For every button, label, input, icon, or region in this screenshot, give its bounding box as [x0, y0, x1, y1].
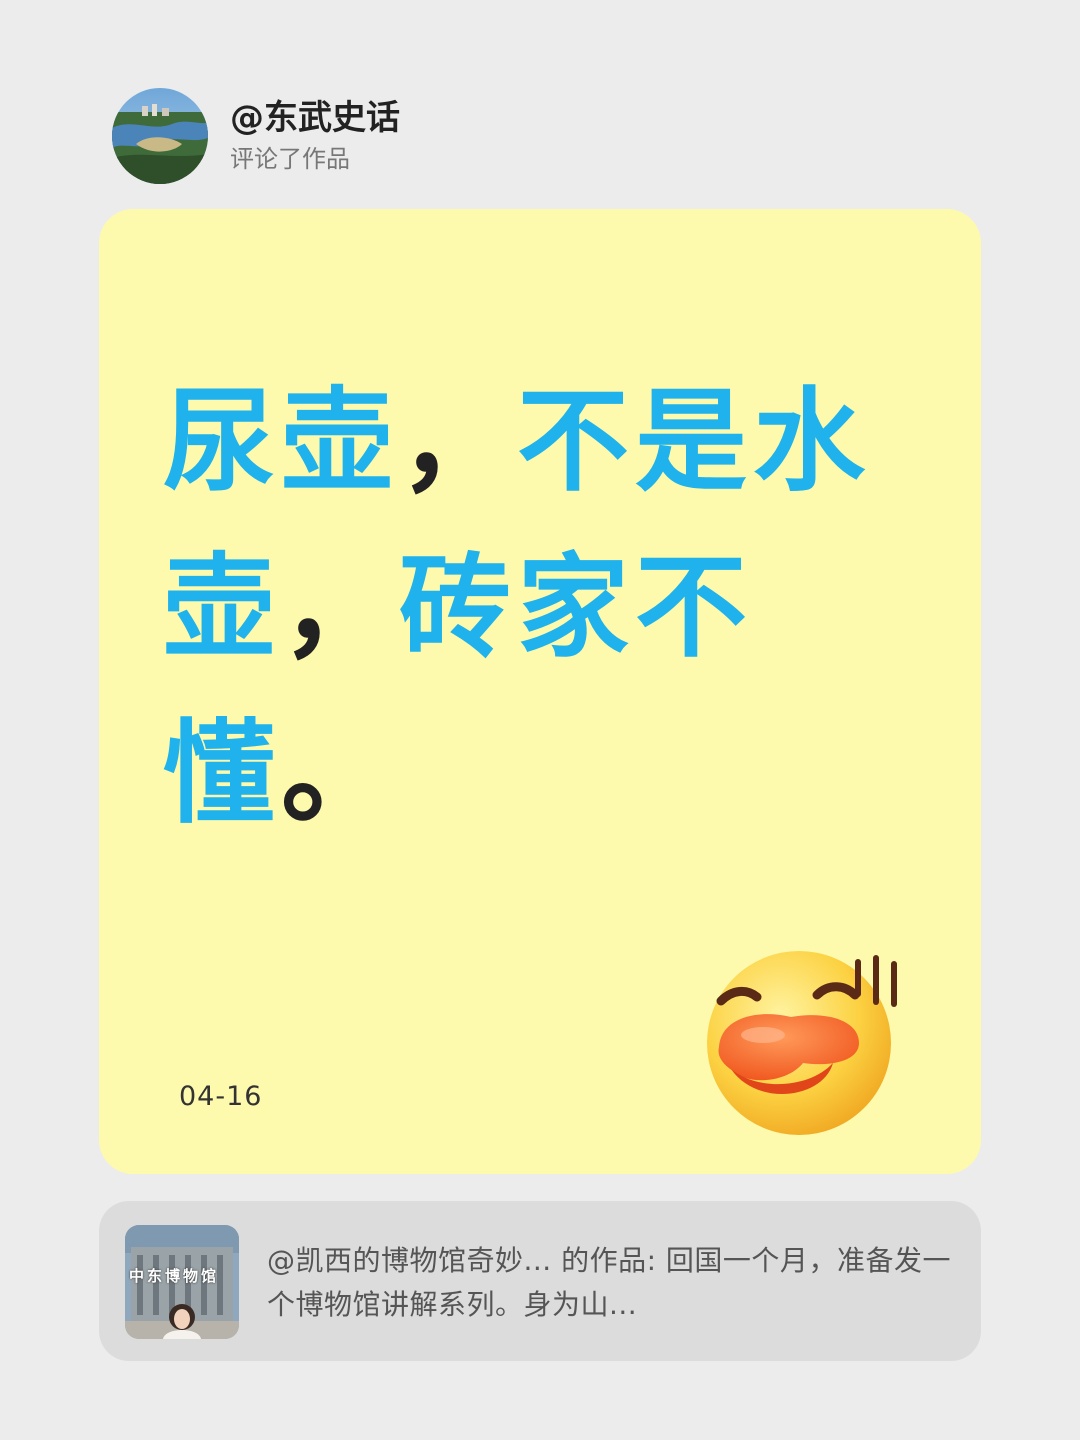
- quoted-work[interactable]: 中东博物馆 @凯西的博物馆奇妙... 的作品: 回国一个月，准备发一个博物馆讲解…: [99, 1201, 981, 1361]
- comment-text: 尿壶，不是水壶，砖家不懂。: [163, 359, 923, 857]
- comment-segment: 尿壶: [163, 377, 399, 507]
- comment-card: 尿壶，不是水壶，砖家不懂。 04-16: [99, 209, 981, 1174]
- work-thumbnail[interactable]: 中东博物馆: [125, 1225, 239, 1339]
- username[interactable]: @东武史话: [230, 96, 400, 140]
- comment-punctuation: ，: [399, 377, 517, 507]
- comment-punctuation: ，: [281, 543, 399, 673]
- comment-date: 04-16: [179, 1081, 263, 1112]
- user-avatar[interactable]: [112, 88, 208, 184]
- thumbnail-caption: 中东博物馆: [129, 1267, 220, 1285]
- comment-header: @东武史话 评论了作品: [112, 88, 400, 184]
- quoted-work-text[interactable]: @凯西的博物馆奇妙... 的作品: 回国一个月，准备发一个博物馆讲解系列。身为山…: [267, 1239, 957, 1327]
- action-label: 评论了作品: [230, 145, 350, 173]
- comment-punctuation: 。: [281, 709, 399, 839]
- duck-face-emoji-icon: [707, 951, 897, 1135]
- river-landscape-avatar-icon: [112, 88, 208, 184]
